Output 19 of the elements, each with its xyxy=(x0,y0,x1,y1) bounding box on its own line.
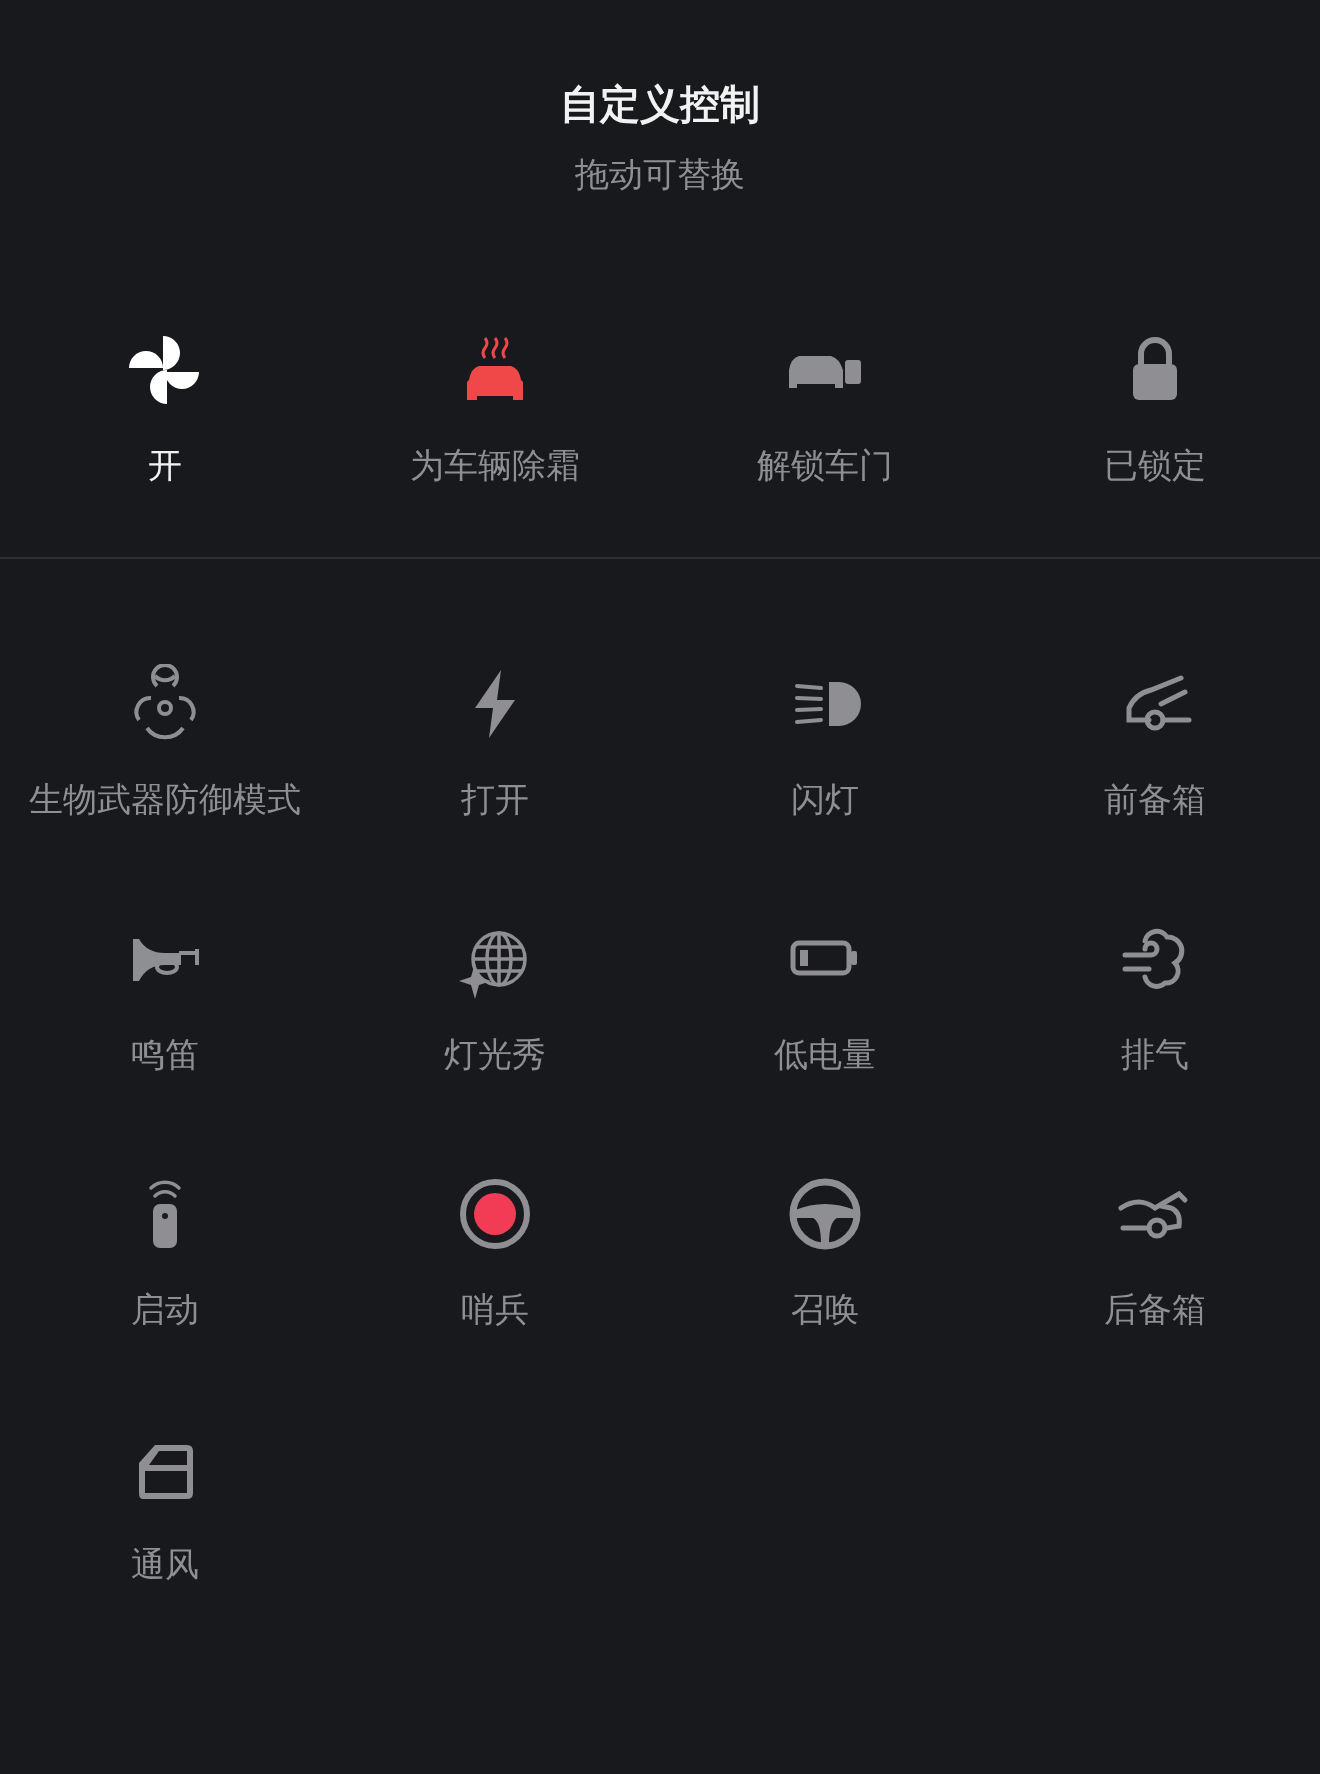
control-label: 闪灯 xyxy=(791,778,859,821)
control-label: 排气 xyxy=(1121,1033,1189,1076)
control-label: 鸣笛 xyxy=(131,1033,199,1076)
control-label: 前备箱 xyxy=(1104,778,1206,821)
control-label: 召唤 xyxy=(791,1288,859,1331)
page-subtitle: 拖动可替换 xyxy=(575,154,745,194)
control-label: 通风 xyxy=(131,1543,199,1586)
control-label: 低电量 xyxy=(774,1033,876,1076)
control-label: 开 xyxy=(148,444,182,487)
control-label: 已锁定 xyxy=(1104,444,1206,487)
control-label: 为车辆除霜 xyxy=(410,444,580,487)
control-label: 灯光秀 xyxy=(444,1033,546,1076)
control-label: 哨兵 xyxy=(461,1288,529,1331)
control-label: 启动 xyxy=(131,1288,199,1331)
control-label: 后备箱 xyxy=(1104,1288,1206,1331)
page-title: 自定义控制 xyxy=(560,80,760,128)
control-label: 解锁车门 xyxy=(757,444,893,487)
control-label: 生物武器防御模式 xyxy=(29,778,301,821)
control-label: 打开 xyxy=(461,778,529,821)
